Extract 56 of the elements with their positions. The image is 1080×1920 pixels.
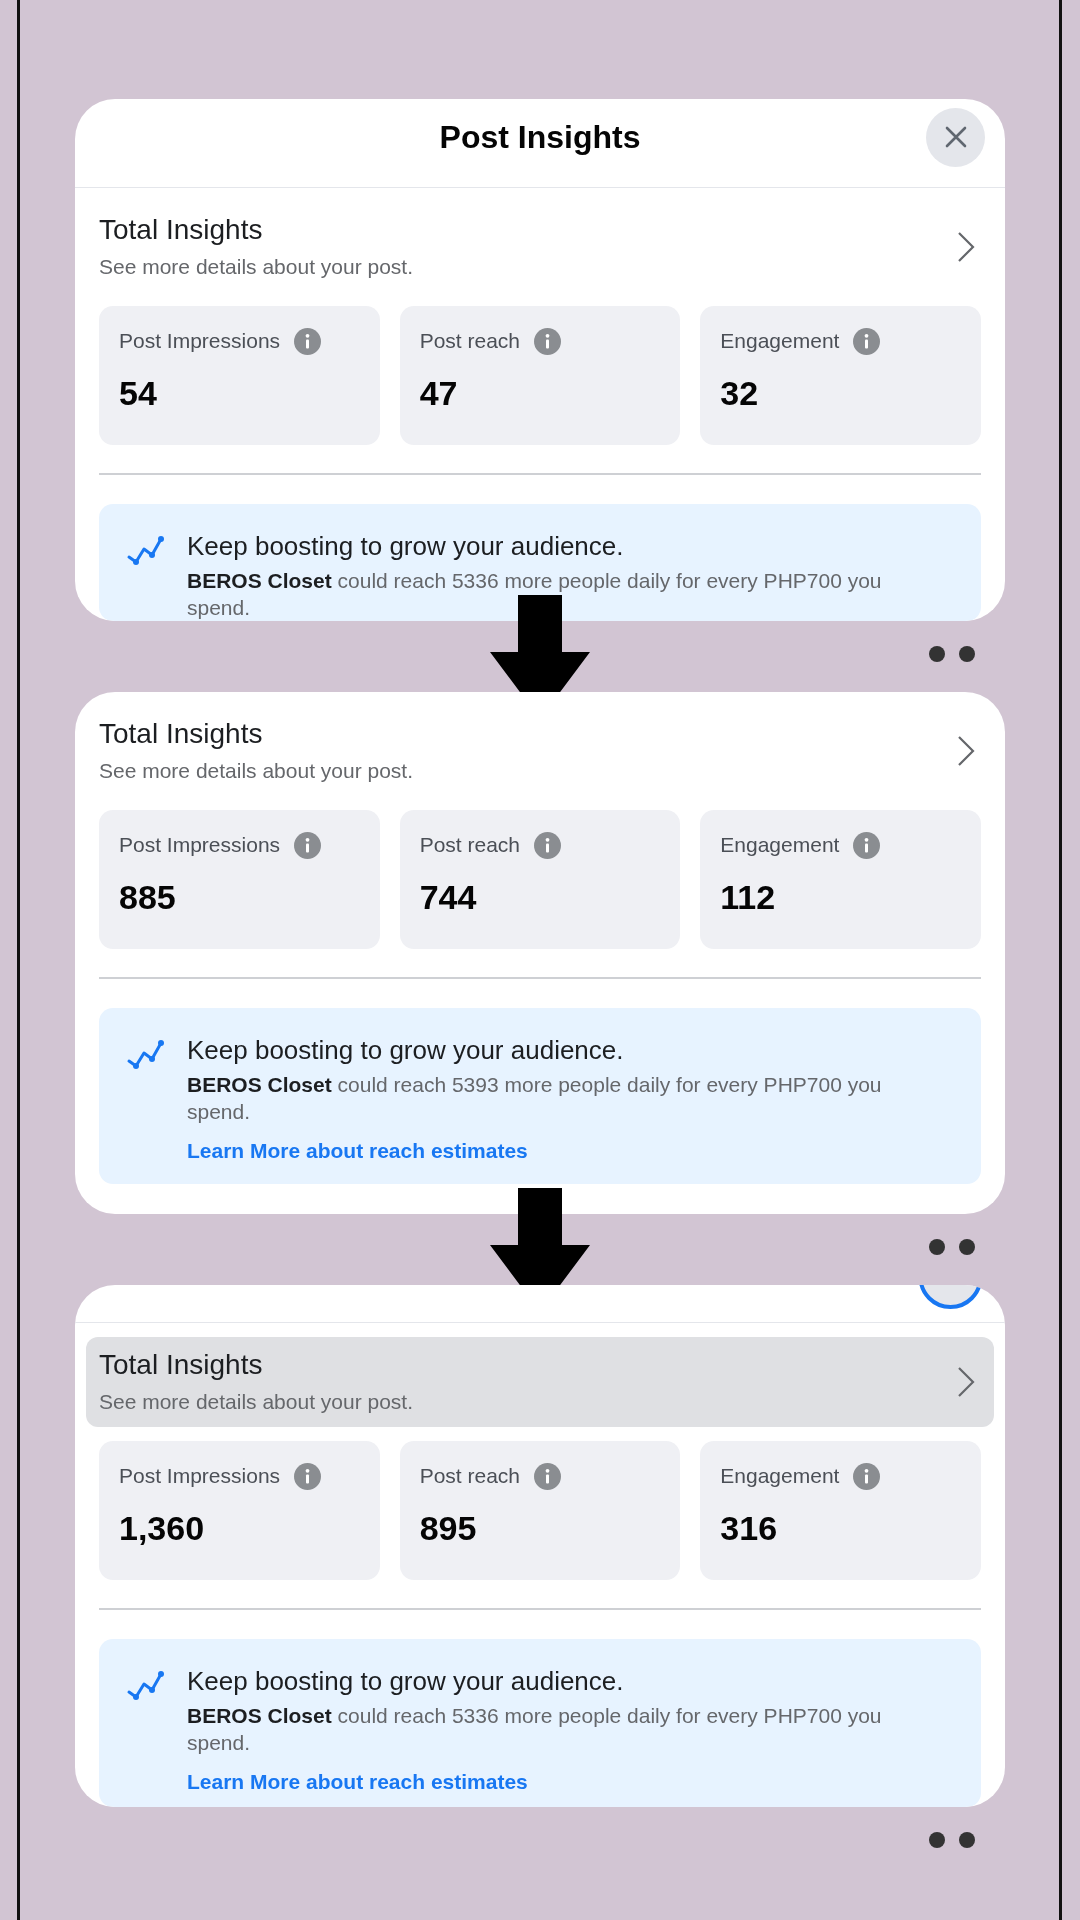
section-title: Total Insights [99,1349,263,1381]
info-icon[interactable] [534,831,562,859]
dot-icon [959,1239,975,1255]
tip-title: Keep boosting to grow your audience. [187,1035,624,1065]
tip-title: Keep boosting to grow your audience. [187,1666,624,1696]
metric-value: 32 [720,374,759,412]
chevron-right-icon [957,231,975,263]
metric-value: 47 [419,374,458,412]
section-subtitle: See more details about your post. [99,1389,413,1415]
dot-icon [929,1832,945,1848]
tip-title: Keep boosting to grow your audience. [187,531,624,561]
dot-icon [959,646,975,662]
info-icon[interactable] [294,831,322,859]
trend-line-icon [126,1670,164,1702]
total-insights-row[interactable]: Total Insights See more details about your post. [86,1337,994,1427]
learn-more-link[interactable]: Learn More about reach estimates [187,1769,528,1795]
metric-label: Engagement [720,1463,840,1489]
dot-icon [929,646,945,662]
info-icon[interactable] [534,1462,562,1490]
section-title: Total Insights [99,214,263,246]
metric-label: Post reach [419,1463,521,1489]
info-icon[interactable] [534,327,562,355]
metric-label: Post Impressions [119,1463,281,1489]
metric-label: Post Impressions [119,832,281,858]
close-icon [943,125,968,149]
section-subtitle: See more details about your post. [99,758,413,784]
metric-value: 54 [119,374,157,412]
chevron-right-icon [957,1366,975,1398]
tip-text: BEROS Closet could reach 5393 more people daily for every PHP700 you spend. [187,1072,883,1125]
section-title: Total Insights [99,718,263,750]
info-icon[interactable] [294,327,322,355]
metric-label: Post reach [419,832,521,858]
metric-value: 744 [419,878,477,916]
metric-label: Post reach [419,328,521,354]
info-icon[interactable] [294,1462,322,1490]
metric-label: Engagement [720,328,840,354]
tip-text: BEROS Closet could reach 5336 more people daily for every PHP700 you spend. [187,568,883,621]
metric-value: 885 [119,878,176,916]
metric-value: 112 [720,878,776,916]
tip-text: BEROS Closet could reach 5336 more people daily for every PHP700 you spend. [187,1703,883,1756]
section-subtitle: See more details about your post. [99,254,413,280]
trend-line-icon [126,1039,164,1071]
learn-more-link[interactable]: Learn More about reach estimates [187,1138,528,1164]
metric-label: Post Impressions [119,328,281,354]
dot-icon [959,1832,975,1848]
metric-value: 316 [720,1509,778,1547]
metric-value: 895 [419,1509,477,1547]
info-icon[interactable] [853,327,881,355]
chevron-right-icon [957,735,975,767]
metric-label: Engagement [720,832,840,858]
info-icon[interactable] [853,1462,881,1490]
dialog-title: Post Insights [439,118,641,156]
metric-value: 1,360 [119,1509,205,1547]
trend-line-icon [126,535,164,567]
dot-icon [929,1239,945,1255]
info-icon[interactable] [853,831,881,859]
